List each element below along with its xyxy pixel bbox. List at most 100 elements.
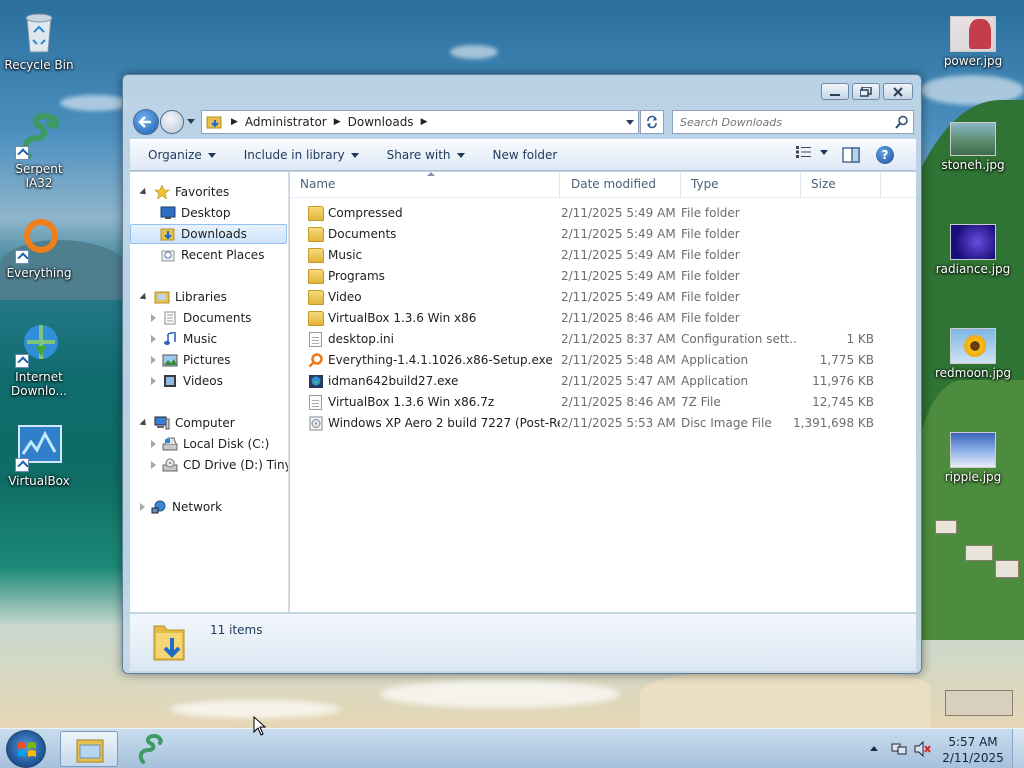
file-type: File folder — [681, 227, 740, 241]
change-view-button[interactable] — [796, 146, 828, 158]
nav-computer[interactable]: Computer — [139, 413, 235, 433]
desktop-icon-stoneh-jpg[interactable]: stoneh.jpg — [935, 122, 1011, 172]
nav-recent-places[interactable]: Recent Places — [160, 245, 264, 265]
file-row[interactable]: Documents 2/11/2025 5:49 AM File folder — [290, 224, 916, 245]
nav-videos[interactable]: Videos — [151, 371, 223, 391]
desktop-icon-redmoon-jpg[interactable]: redmoon.jpg — [935, 328, 1011, 380]
desktop-icon-virtualbox[interactable]: VirtualBox — [1, 424, 77, 488]
back-button[interactable] — [133, 109, 159, 135]
file-row[interactable]: Everything-1.4.1.1026.x86-Setup.exe 2/11… — [290, 350, 916, 371]
nav-cd-drive[interactable]: CD Drive (D:) Tiny7 — [151, 455, 288, 475]
desktop-icon-power-jpg[interactable]: power.jpg — [935, 16, 1011, 68]
search-icon[interactable] — [895, 115, 909, 129]
network-tray-icon[interactable] — [891, 741, 907, 757]
taskbar-explorer-button[interactable] — [60, 731, 118, 767]
file-name: Everything-1.4.1.1026.x86-Setup.exe — [328, 353, 553, 367]
file-type: Application — [681, 353, 749, 367]
address-history-dropdown[interactable] — [626, 120, 634, 125]
desktop-icon-label: ripple.jpg — [944, 470, 1002, 484]
breadcrumb-downloads[interactable]: Downloads — [348, 115, 414, 129]
file-row[interactable]: desktop.ini 2/11/2025 8:37 AM Configurat… — [290, 329, 916, 350]
organize-menu-button[interactable]: Organize — [138, 143, 226, 167]
nav-pictures[interactable]: Pictures — [151, 350, 231, 370]
include-in-library-button[interactable]: Include in library — [234, 143, 369, 167]
desktop-icon-serpent[interactable]: Serpent IA32 — [1, 112, 77, 190]
nav-label: Pictures — [183, 353, 231, 367]
shortcut-arrow-icon — [15, 250, 29, 264]
desktop-icon-recycle-bin[interactable]: Recycle Bin — [1, 8, 77, 72]
share-with-button[interactable]: Share with — [377, 143, 475, 167]
taskbar-serpent-button[interactable] — [121, 731, 179, 767]
column-name[interactable]: Name — [290, 172, 560, 198]
file-row[interactable]: VirtualBox 1.3.6 Win x86 2/11/2025 8:46 … — [290, 308, 916, 329]
file-row[interactable]: idman642build27.exe 2/11/2025 5:47 AM Ap… — [290, 371, 916, 392]
desktop-icon-radiance-jpg[interactable]: radiance.jpg — [935, 224, 1011, 276]
back-arrow-icon — [138, 116, 151, 128]
file-date: 2/11/2025 5:49 AM — [561, 206, 676, 220]
nav-network[interactable]: Network — [140, 497, 222, 517]
column-date-modified[interactable]: Date modified — [561, 172, 681, 198]
file-row[interactable]: Windows XP Aero 2 build 7227 (Post-Rele.… — [290, 413, 916, 434]
chevron-down-icon — [350, 152, 359, 158]
nav-favorites[interactable]: Favorites — [139, 182, 229, 202]
folder-icon — [308, 269, 324, 284]
show-desktop-button[interactable] — [1012, 729, 1024, 768]
image-thumbnail-icon — [950, 328, 996, 364]
nav-documents[interactable]: Documents — [151, 308, 251, 328]
start-button[interactable] — [6, 730, 46, 768]
file-date: 2/11/2025 5:49 AM — [561, 269, 676, 283]
nav-label: Videos — [183, 374, 223, 388]
breadcrumb-separator-icon: ▶ — [231, 117, 238, 127]
collapsed-arrow-icon — [151, 314, 156, 322]
volume-muted-icon[interactable] — [914, 741, 932, 757]
column-type[interactable]: Type — [681, 172, 801, 198]
address-bar[interactable]: ▶ Administrator ▶ Downloads ▶ — [201, 110, 639, 134]
nav-libraries[interactable]: Libraries — [139, 287, 227, 307]
show-hidden-icons-button[interactable] — [870, 746, 878, 751]
maximize-button[interactable] — [852, 83, 880, 100]
nav-desktop[interactable]: Desktop — [160, 203, 231, 223]
search-input[interactable] — [673, 111, 883, 133]
settings-file-icon — [309, 332, 322, 347]
refresh-button[interactable] — [640, 110, 664, 134]
nav-local-disk[interactable]: Local Disk (C:) — [151, 434, 269, 454]
minimize-button[interactable] — [821, 83, 849, 100]
nav-label: Desktop — [181, 206, 231, 220]
preview-pane-button[interactable] — [842, 147, 860, 166]
recent-pages-dropdown[interactable] — [187, 119, 195, 124]
file-name: desktop.ini — [328, 332, 394, 346]
desktop-icon-internet-download-manager[interactable]: Internet Downlo... — [1, 320, 77, 398]
nav-downloads[interactable]: Downloads — [130, 224, 287, 244]
desktop-icon-ripple-jpg[interactable]: ripple.jpg — [935, 432, 1011, 484]
nav-label: Documents — [183, 311, 252, 325]
close-button[interactable] — [883, 83, 913, 100]
folder-icon — [308, 227, 324, 242]
image-thumbnail-icon — [950, 224, 996, 260]
close-icon — [893, 86, 903, 97]
shortcut-arrow-icon — [15, 146, 29, 160]
file-row[interactable]: Video 2/11/2025 5:49 AM File folder — [290, 287, 916, 308]
restore-icon — [860, 86, 872, 97]
caption-buttons — [821, 83, 913, 100]
file-type: File folder — [681, 269, 740, 283]
nav-music[interactable]: Music — [151, 329, 217, 349]
nav-label: Downloads — [181, 227, 247, 241]
everything-search-icon — [15, 216, 63, 264]
desktop-icon-everything[interactable]: Everything — [1, 216, 77, 280]
system-clock[interactable]: 5:57 AM 2/11/2025 — [934, 734, 1012, 766]
details-pane: 11 items — [130, 613, 916, 671]
file-name: Video — [328, 290, 362, 304]
breadcrumb-administrator[interactable]: Administrator — [245, 115, 327, 129]
file-row[interactable]: Compressed 2/11/2025 5:49 AM File folder — [290, 203, 916, 224]
help-button[interactable]: ? — [876, 146, 894, 164]
serpent-icon — [15, 112, 63, 160]
file-size: 12,745 KB — [812, 395, 874, 409]
new-folder-button[interactable]: New folder — [483, 143, 568, 167]
file-date: 2/11/2025 8:37 AM — [561, 332, 676, 346]
organize-label: Organize — [148, 148, 202, 162]
file-row[interactable]: Programs 2/11/2025 5:49 AM File folder — [290, 266, 916, 287]
file-row[interactable]: Music 2/11/2025 5:49 AM File folder — [290, 245, 916, 266]
forward-button[interactable] — [160, 110, 184, 134]
file-row[interactable]: VirtualBox 1.3.6 Win x86.7z 2/11/2025 8:… — [290, 392, 916, 413]
column-size[interactable]: Size — [801, 172, 881, 198]
